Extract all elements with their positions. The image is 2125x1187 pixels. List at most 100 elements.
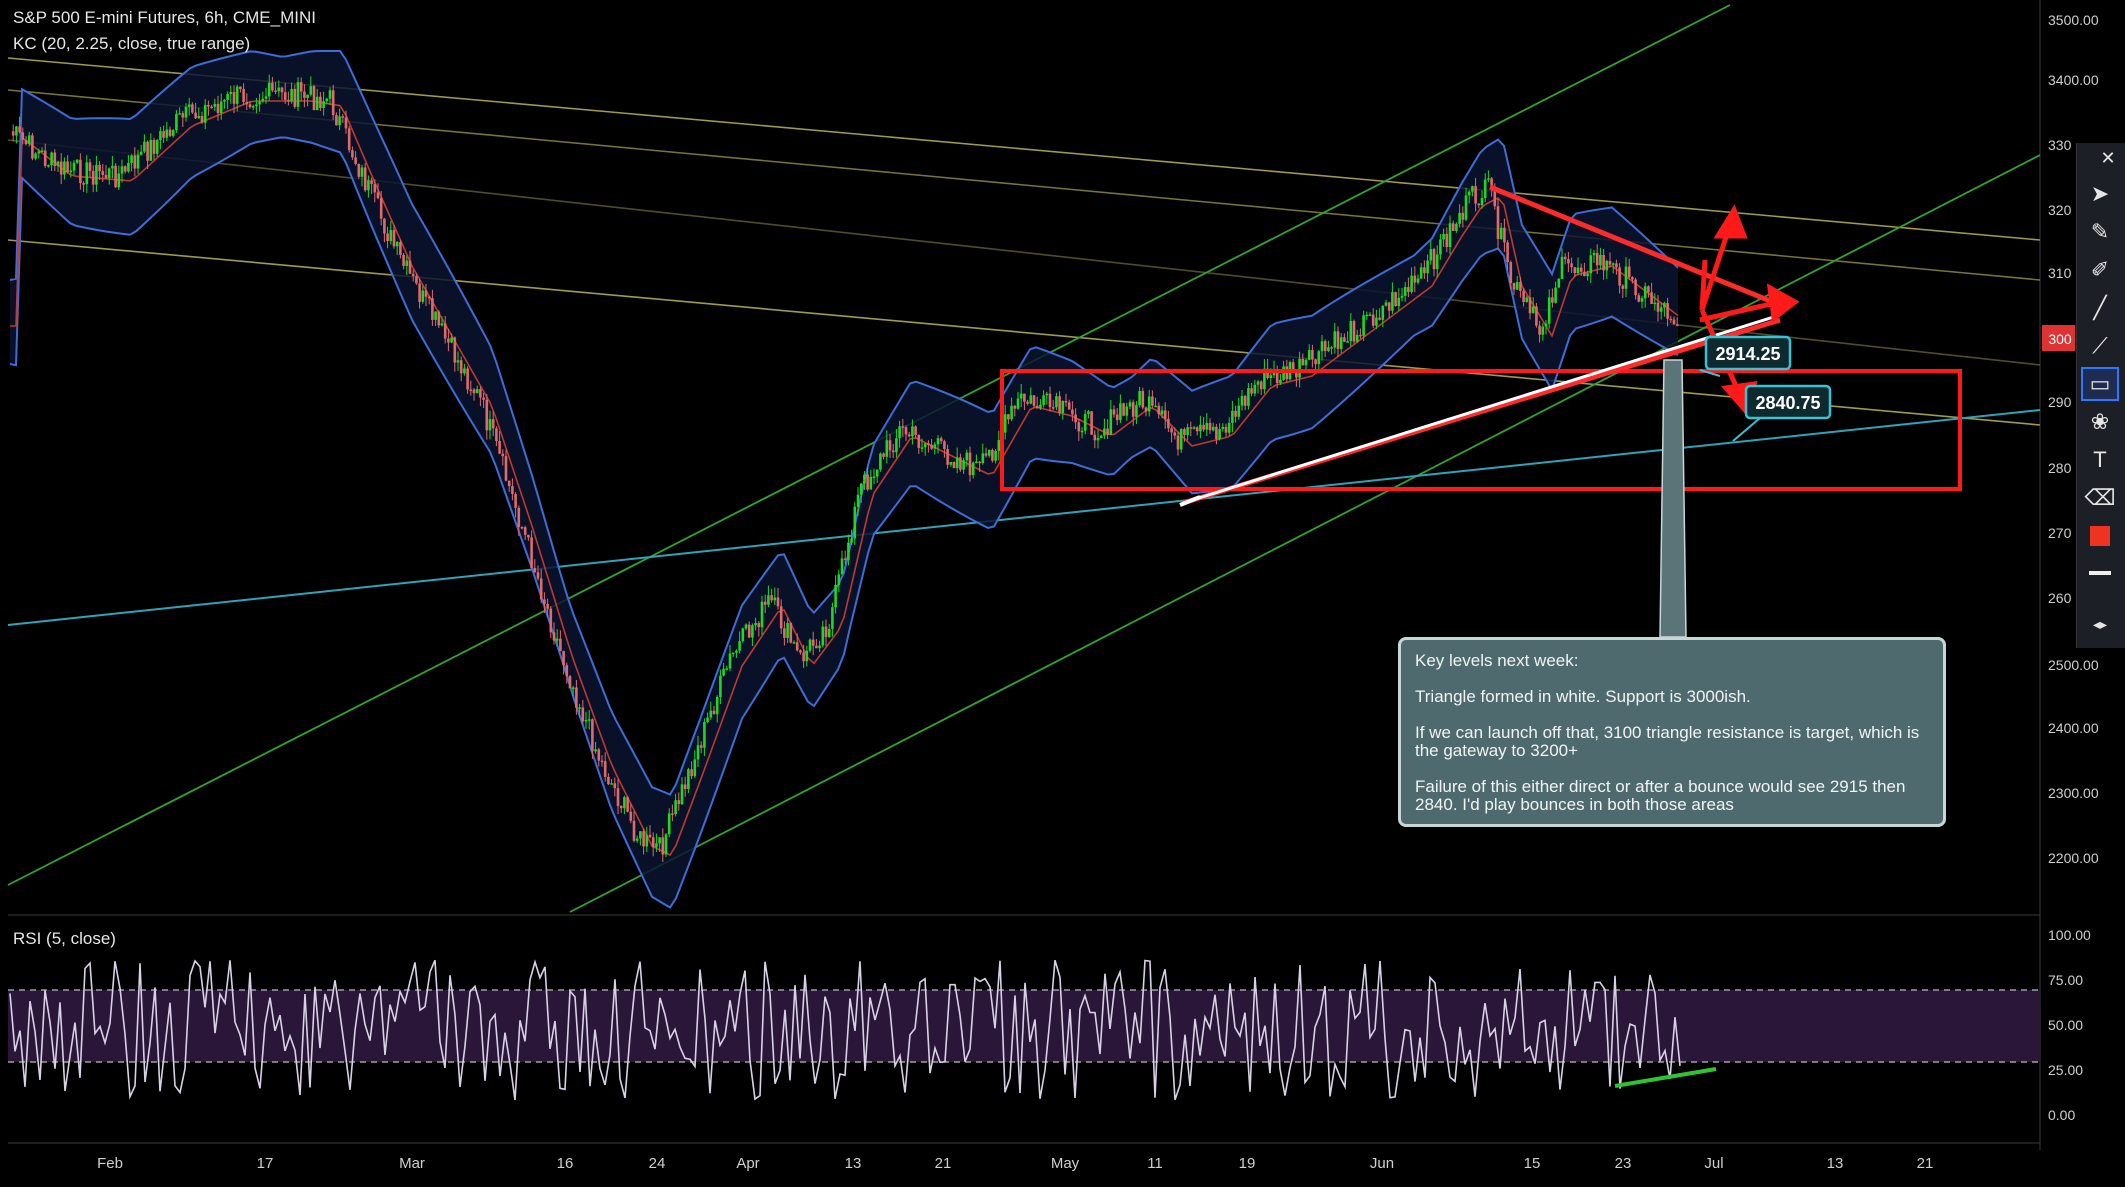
candle-body	[751, 625, 754, 638]
line-icon[interactable]: ╱	[2083, 293, 2117, 323]
y-tick-label: 320	[2048, 202, 2072, 218]
candle-body	[50, 152, 53, 166]
pencil-icon[interactable]: ✎	[2083, 217, 2117, 247]
candle-body	[402, 254, 405, 266]
candle-body	[821, 626, 825, 646]
candle-body	[1631, 277, 1634, 280]
candle-body	[1506, 242, 1509, 263]
candle-body	[1637, 295, 1641, 302]
candle-body	[994, 450, 997, 461]
candle-body	[1231, 410, 1234, 423]
candle-body	[1618, 267, 1621, 286]
candle-body	[1451, 223, 1455, 231]
candle-body	[347, 128, 351, 151]
candle-body	[399, 242, 402, 255]
candle-body	[546, 603, 549, 609]
candle-body	[66, 161, 69, 173]
candle-body	[495, 428, 498, 442]
candle-body	[338, 116, 341, 126]
stroke-icon[interactable]	[2083, 558, 2117, 588]
candle-body	[1439, 239, 1442, 255]
candle-body	[1138, 391, 1141, 406]
candle-body	[1195, 427, 1199, 432]
candle-body	[293, 88, 297, 107]
marker-icon[interactable]: ✐	[2083, 255, 2117, 285]
candle-body	[1298, 358, 1301, 378]
key-levels-note[interactable]: Key levels next week: Triangle formed in…	[1398, 637, 1946, 827]
rectangle-icon[interactable]: ▭	[2081, 367, 2119, 401]
candle-body	[1135, 405, 1138, 417]
candle-body	[258, 101, 261, 105]
candle-body	[536, 572, 540, 579]
brush-icon[interactable]: ⟋	[2083, 331, 2117, 361]
candle-body	[37, 151, 41, 154]
candle-body	[1301, 358, 1305, 366]
candle-body	[552, 632, 556, 641]
eraser-icon[interactable]: ⌫	[2083, 483, 2117, 513]
shapes-icon[interactable]: ❀	[2083, 407, 2117, 437]
candle-body	[335, 115, 338, 126]
candle-body	[245, 101, 249, 105]
candle-body	[187, 104, 191, 107]
x-tick-label: 17	[257, 1155, 274, 1172]
close-icon[interactable]: ✕	[2097, 147, 2119, 169]
candle-body	[1647, 286, 1650, 293]
candle-body	[962, 460, 965, 470]
x-tick-label: 13	[1827, 1155, 1844, 1172]
candle-body	[1605, 260, 1609, 271]
candle-body	[1131, 402, 1135, 417]
candle-body	[818, 645, 821, 649]
candle-body	[130, 155, 133, 163]
candle-body	[1675, 324, 1679, 326]
arrows-icon[interactable]: ◂▸	[2083, 609, 2117, 639]
candle-body	[1627, 266, 1631, 278]
candle-body	[712, 710, 716, 715]
candle-body	[1106, 428, 1109, 436]
candle-body	[722, 668, 725, 676]
candle-body	[466, 368, 469, 390]
candle-body	[888, 440, 892, 451]
text-icon[interactable]: T	[2083, 445, 2117, 475]
candle-body	[530, 537, 533, 569]
cursor-icon[interactable]: ➤	[2083, 179, 2117, 209]
candle-body	[111, 165, 114, 169]
candle-body	[639, 831, 642, 839]
candle-body	[408, 260, 412, 274]
candle-body	[1323, 341, 1327, 352]
candle-body	[856, 494, 860, 507]
candle-body	[783, 628, 786, 638]
label-2914-callout[interactable]: 2914.25	[1699, 335, 1792, 377]
candle-body	[1247, 388, 1250, 406]
candle-body	[1259, 381, 1263, 390]
candle-body	[261, 98, 265, 102]
color-swatch-icon[interactable]	[2083, 521, 2117, 551]
candle-body	[1042, 395, 1045, 405]
candle-body	[642, 831, 645, 847]
candle-body	[175, 113, 178, 131]
candle-body	[232, 91, 236, 104]
y-tick-label: 2400.00	[2048, 720, 2099, 736]
candle-body	[498, 441, 501, 454]
candle-body	[1167, 418, 1170, 429]
candle-body	[47, 165, 50, 167]
note-line-3: Failure of this either direct or after a…	[1415, 777, 1906, 814]
candle-body	[1314, 359, 1317, 365]
candle-body	[1512, 283, 1516, 290]
candle-body	[255, 104, 258, 107]
candle-body	[1253, 384, 1257, 394]
candle-body	[831, 607, 834, 629]
candle-body	[168, 129, 172, 136]
candle-body	[1429, 249, 1433, 261]
candle-body	[1016, 398, 1020, 409]
candle-body	[562, 651, 565, 666]
candle-body	[651, 837, 655, 848]
candle-body	[719, 675, 722, 697]
candle-body	[1483, 179, 1487, 199]
chart-canvas[interactable]: 2914.25 2840.75 3500.00 3400.00 330 320 310 3…	[0, 0, 2125, 1187]
candle-body	[1199, 424, 1202, 432]
candle-body	[1387, 302, 1391, 311]
candle-body	[210, 106, 213, 109]
candle-body	[523, 527, 527, 535]
x-tick-label: 23	[1615, 1155, 1632, 1172]
candle-body	[491, 419, 495, 429]
